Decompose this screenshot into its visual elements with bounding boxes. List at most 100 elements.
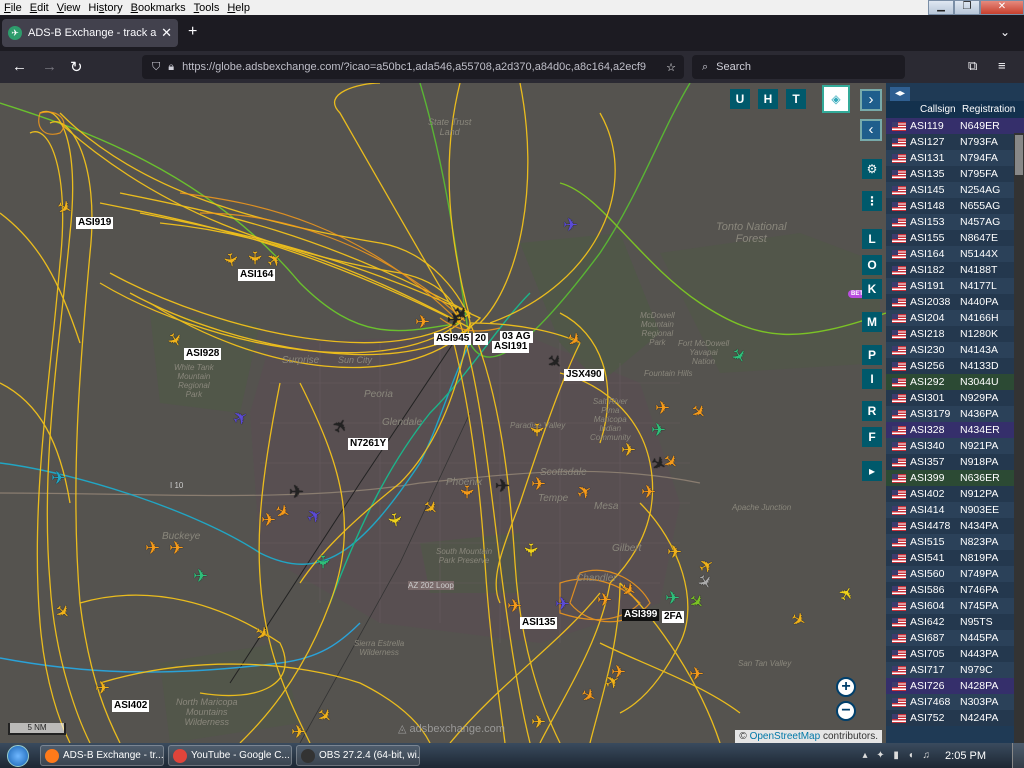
table-row[interactable]: ASI204 N4166H bbox=[886, 310, 1024, 326]
table-row[interactable]: ASI340 N921PA bbox=[886, 438, 1024, 454]
layers-icon[interactable]: ◈ bbox=[822, 85, 850, 113]
aircraft-label[interactable]: 2FA bbox=[662, 611, 685, 623]
map-button-f[interactable]: F bbox=[862, 427, 882, 447]
tray-icons[interactable]: ▴ ✦ ▮ ◖ ♫ bbox=[862, 750, 933, 761]
aircraft-label[interactable]: ASI191 bbox=[492, 341, 530, 353]
search-input[interactable]: ⌕ Search bbox=[692, 55, 905, 79]
aircraft-icon[interactable]: ✈ bbox=[457, 484, 477, 499]
expand-sidebar-chevron-right-icon[interactable]: › bbox=[860, 89, 882, 111]
table-row[interactable]: ASI604 N745PA bbox=[886, 598, 1024, 614]
back-button[interactable]: ← bbox=[12, 58, 27, 75]
aircraft-icon[interactable]: ✈ bbox=[655, 399, 670, 417]
map-button-l[interactable]: L bbox=[862, 229, 882, 249]
table-row[interactable]: ASI541 N819PA bbox=[886, 550, 1024, 566]
table-row[interactable]: ASI131 N794FA bbox=[886, 150, 1024, 166]
table-row[interactable]: ASI586 N746PA bbox=[886, 582, 1024, 598]
aircraft-label[interactable]: ASI399 bbox=[622, 609, 660, 621]
menu-view[interactable]: View bbox=[53, 2, 85, 14]
map-button-h[interactable]: H bbox=[758, 89, 778, 109]
aircraft-icon[interactable]: ✈ bbox=[641, 483, 656, 501]
map-canvas[interactable] bbox=[0, 83, 886, 743]
reload-button[interactable]: ↻ bbox=[70, 58, 83, 76]
table-row[interactable]: ASI182 N4188T bbox=[886, 262, 1024, 278]
openstreetmap-link[interactable]: OpenStreetMap bbox=[750, 731, 821, 742]
app-menu-icon[interactable]: ≡ bbox=[998, 58, 1006, 73]
table-row[interactable]: ASI399 N636ER bbox=[886, 470, 1024, 486]
menu-bookmarks[interactable]: Bookmarks bbox=[127, 2, 190, 14]
aircraft-label[interactable]: 20 bbox=[473, 333, 489, 345]
table-row[interactable]: ASI135 N795FA bbox=[886, 166, 1024, 182]
table-row[interactable]: ASI164 N5144X bbox=[886, 246, 1024, 262]
table-row[interactable]: ASI230 N4143A bbox=[886, 342, 1024, 358]
collapse-sidebar-chevron-left-icon[interactable]: ‹ bbox=[860, 119, 882, 141]
table-row[interactable]: ASI687 N445PA bbox=[886, 630, 1024, 646]
menu-edit[interactable]: Edit bbox=[26, 2, 53, 14]
aircraft-icon[interactable]: ✈ bbox=[621, 441, 636, 459]
menu-file[interactable]: File bbox=[0, 2, 26, 14]
aircraft-icon[interactable]: ✈ bbox=[507, 597, 522, 615]
table-row[interactable]: ASI560 N749PA bbox=[886, 566, 1024, 582]
new-tab-button[interactable]: + bbox=[188, 23, 197, 41]
zoom-out-button[interactable]: − bbox=[836, 701, 856, 721]
table-row[interactable]: ASI752 N424PA bbox=[886, 710, 1024, 726]
table-row[interactable]: ASI119 N649ER bbox=[886, 118, 1024, 134]
table-row[interactable]: ASI256 N4133D bbox=[886, 358, 1024, 374]
minimize-button[interactable]: ▁ bbox=[928, 0, 954, 15]
aircraft-icon[interactable]: ✈ bbox=[597, 591, 612, 609]
table-row[interactable]: ASI7468 N303PA bbox=[886, 694, 1024, 710]
start-button[interactable] bbox=[0, 743, 36, 768]
filter-icon[interactable]: ⋮ bbox=[862, 191, 882, 211]
menu-help[interactable]: Help bbox=[223, 2, 254, 14]
sidebar-scrollbar[interactable] bbox=[1014, 133, 1024, 743]
lock-icon[interactable]: 🔒︎ bbox=[168, 61, 174, 74]
table-row[interactable]: ASI717 N979C bbox=[886, 662, 1024, 678]
table-row[interactable]: ASI145 N254AG bbox=[886, 182, 1024, 198]
taskbar-item[interactable]: ADS-B Exchange - tr... bbox=[40, 745, 164, 766]
show-desktop-button[interactable] bbox=[1012, 743, 1024, 768]
aircraft-label[interactable]: ASI945 bbox=[434, 333, 472, 345]
column-header-registration[interactable]: Registration bbox=[958, 104, 1015, 115]
aircraft-label[interactable]: ASI402 bbox=[112, 700, 150, 712]
extensions-icon[interactable]: ⧉ bbox=[968, 58, 977, 74]
table-row[interactable]: ASI218 N1280K bbox=[886, 326, 1024, 342]
aircraft-icon[interactable]: ✈ bbox=[145, 539, 160, 557]
scrollbar-thumb[interactable] bbox=[1015, 135, 1023, 175]
aircraft-icon[interactable]: ✈ bbox=[291, 723, 306, 741]
url-text[interactable]: https://globe.adsbexchange.com/?icao=a50… bbox=[182, 61, 658, 73]
map-view[interactable]: Tonto National Forest State Trust Land Sun… bbox=[0, 83, 886, 743]
table-row[interactable]: ASI301 N929PA bbox=[886, 390, 1024, 406]
table-row[interactable]: ASI153 N457AG bbox=[886, 214, 1024, 230]
aircraft-icon[interactable]: ✈ bbox=[521, 542, 541, 557]
aircraft-label[interactable]: ASI135 bbox=[520, 617, 558, 629]
table-row[interactable]: ASI155 N8647E bbox=[886, 230, 1024, 246]
aircraft-icon[interactable]: ✈ bbox=[563, 216, 578, 234]
bookmark-star-icon[interactable]: ☆ bbox=[666, 61, 676, 74]
aircraft-icon[interactable]: ✈ bbox=[289, 483, 304, 501]
taskbar-item[interactable]: YouTube - Google C... bbox=[168, 745, 292, 766]
map-button-o[interactable]: O bbox=[862, 255, 882, 275]
aircraft-icon[interactable]: ✈ bbox=[531, 475, 546, 493]
table-row[interactable]: ASI191 N4177L bbox=[886, 278, 1024, 294]
tab-adsb-exchange[interactable]: ✈ ADS-B Exchange - track aircraft ✕ bbox=[2, 19, 178, 47]
table-row[interactable]: ASI726 N428PA bbox=[886, 678, 1024, 694]
forward-button[interactable]: → bbox=[42, 58, 57, 75]
maximize-button[interactable]: ❐ bbox=[954, 0, 980, 15]
aircraft-icon[interactable]: ✈ bbox=[495, 477, 510, 495]
map-button-r[interactable]: R bbox=[862, 401, 882, 421]
aircraft-icon[interactable]: ✈ bbox=[51, 469, 66, 487]
aircraft-icon[interactable]: ✈ bbox=[245, 250, 265, 265]
column-header-callsign[interactable]: Callsign bbox=[886, 104, 958, 115]
taskbar-item[interactable]: OBS 27.2.4 (64-bit, wi... bbox=[296, 745, 420, 766]
table-row[interactable]: ASI148 N655AG bbox=[886, 198, 1024, 214]
replay-icon[interactable]: ▸ bbox=[862, 461, 882, 481]
menu-tools[interactable]: Tools bbox=[190, 2, 224, 14]
aircraft-icon[interactable]: ✈ bbox=[169, 539, 184, 557]
aircraft-label[interactable]: ASI164 bbox=[238, 269, 276, 281]
table-row[interactable]: ASI127 N793FA bbox=[886, 134, 1024, 150]
clock[interactable]: 2:05 PM bbox=[945, 750, 986, 762]
map-button-u[interactable]: U bbox=[730, 89, 750, 109]
tracking-shield-icon[interactable]: ⛉ bbox=[152, 61, 160, 74]
aircraft-icon[interactable]: ✈ bbox=[313, 554, 333, 569]
toggle-columns-icon[interactable]: ◂▸ bbox=[890, 87, 910, 101]
map-button-p[interactable]: P bbox=[862, 345, 882, 365]
